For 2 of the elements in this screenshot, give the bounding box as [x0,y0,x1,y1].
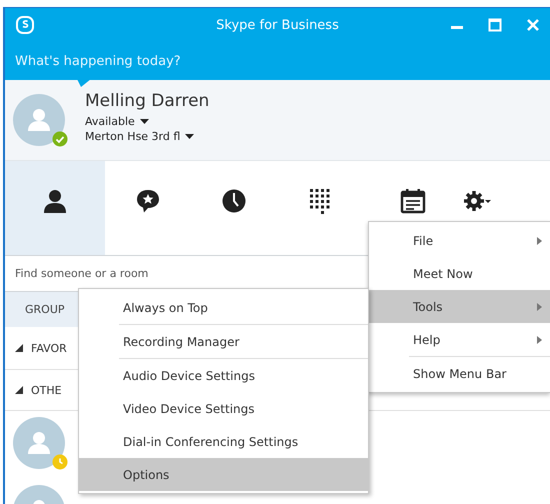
window-title: Skype for Business [215,18,340,32]
user-name: Melling Darren [85,91,210,111]
